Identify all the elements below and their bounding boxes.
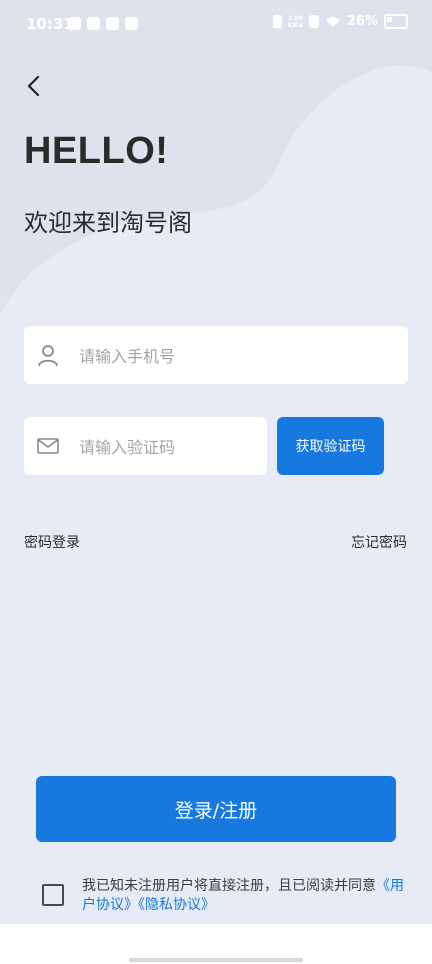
notification-icons [68, 17, 138, 30]
battery-percent: 26% [346, 14, 378, 29]
agreement-checkbox[interactable] [42, 884, 64, 906]
status-right: 2.00 KB/s 26% [272, 14, 408, 29]
back-button[interactable] [20, 70, 50, 102]
login-screen: 10:31 2.00 KB/s 26% HELLO! 欢迎来到淘号阁 请输入手机… [0, 0, 432, 964]
agreement-text: 我已知未注册用户将直接注册，且已阅读并同意《用户协议》《隐私协议》 [82, 877, 412, 915]
battery-icon [384, 14, 408, 29]
calendar-icon [106, 17, 119, 30]
code-field [24, 417, 267, 477]
message-icon [68, 17, 81, 30]
privacy-agreement-link[interactable]: 《隐私协议》 [138, 897, 215, 913]
status-time: 10:31 [26, 15, 74, 33]
sim-icon [308, 15, 319, 28]
mail-icon [37, 438, 59, 454]
hello-heading: HELLO! [24, 130, 169, 172]
code-input[interactable] [77, 417, 261, 477]
speed-unit: KB/s [287, 21, 303, 29]
speed-value: 2.00 [287, 14, 303, 22]
vibrate-icon [272, 15, 282, 28]
password-login-link[interactable]: 密码登录 [24, 532, 80, 552]
phone-field [24, 326, 408, 386]
back-arrow-icon [27, 75, 40, 97]
forgot-password-link[interactable]: 忘记密码 [351, 532, 407, 552]
status-bar: 10:31 2.00 KB/s 26% [0, 0, 432, 50]
agreement-statement: 我已知未注册用户将直接注册，且已阅读并同意 [82, 878, 376, 894]
network-speed: 2.00 KB/s [288, 15, 303, 29]
get-code-button[interactable]: 获取验证码 [277, 417, 384, 475]
phone-input[interactable] [77, 326, 381, 386]
login-register-button[interactable]: 登录/注册 [36, 776, 396, 842]
link-icon [125, 17, 138, 30]
background-wave [0, 0, 432, 315]
wifi-icon [325, 16, 340, 27]
app-icon [87, 17, 100, 30]
home-indicator[interactable] [129, 958, 303, 962]
user-icon [38, 345, 58, 367]
welcome-text: 欢迎来到淘号阁 [24, 209, 192, 237]
